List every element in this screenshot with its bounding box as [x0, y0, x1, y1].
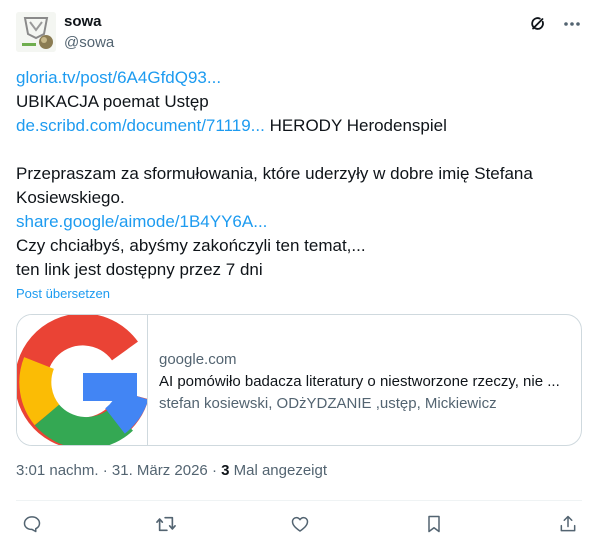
post-line-title: UBIKACJA poemat Ustęp	[16, 92, 209, 111]
like-icon[interactable]	[288, 512, 312, 536]
card-description: stefan kosiewski, ODżYDZANIE ,ustęp, Mic…	[159, 395, 497, 412]
grok-icon[interactable]	[528, 14, 548, 34]
views-label: Mal angezeigt	[229, 462, 328, 479]
post-timestamp[interactable]: 3:01 nachm. · 31. März 2026 ·	[16, 462, 221, 479]
post-line-apology-cont: Kosiewskiego.	[16, 188, 125, 207]
display-name[interactable]: sowa	[64, 12, 114, 32]
repost-icon[interactable]	[154, 512, 178, 536]
divider	[16, 500, 582, 501]
google-share-link[interactable]: share.google/aimode/1B4YY6A...	[16, 212, 267, 231]
action-bar	[20, 512, 580, 536]
card-domain: google.com	[159, 351, 237, 368]
gloria-link[interactable]: gloria.tv/post/6A4GfdQ93...	[16, 68, 221, 87]
avatar[interactable]	[16, 12, 56, 52]
link-preview-card[interactable]: google.com AI pomówiło badacza literatur…	[16, 314, 582, 446]
scribd-link[interactable]: de.scribd.com/document/71119...	[16, 116, 265, 135]
share-icon[interactable]	[556, 512, 580, 536]
post-line-question: Czy chciałbyś, abyśmy zakończyli ten tem…	[16, 236, 366, 255]
post-line-herody: HERODY Herodenspiel	[264, 116, 447, 135]
bookmark-icon[interactable]	[422, 512, 446, 536]
reply-icon[interactable]	[20, 512, 44, 536]
post-line-apology: Przepraszam za sformułowania, które uder…	[16, 164, 533, 183]
post-text: gloria.tv/post/6A4GfdQ93... UBIKACJA poe…	[16, 66, 582, 282]
post-header: sowa @sowa	[16, 12, 582, 56]
google-logo-icon	[17, 315, 149, 445]
user-handle[interactable]: @sowa	[64, 33, 114, 53]
post-meta: 3:01 nachm. · 31. März 2026 · 3 Mal ange…	[16, 462, 327, 479]
more-icon[interactable]	[562, 14, 582, 34]
translate-post-link[interactable]: Post übersetzen	[16, 286, 110, 301]
card-title: AI pomówiło badacza literatury o niestwo…	[159, 373, 560, 390]
post-line-availability: ten link jest dostępny przez 7 dni	[16, 260, 263, 279]
